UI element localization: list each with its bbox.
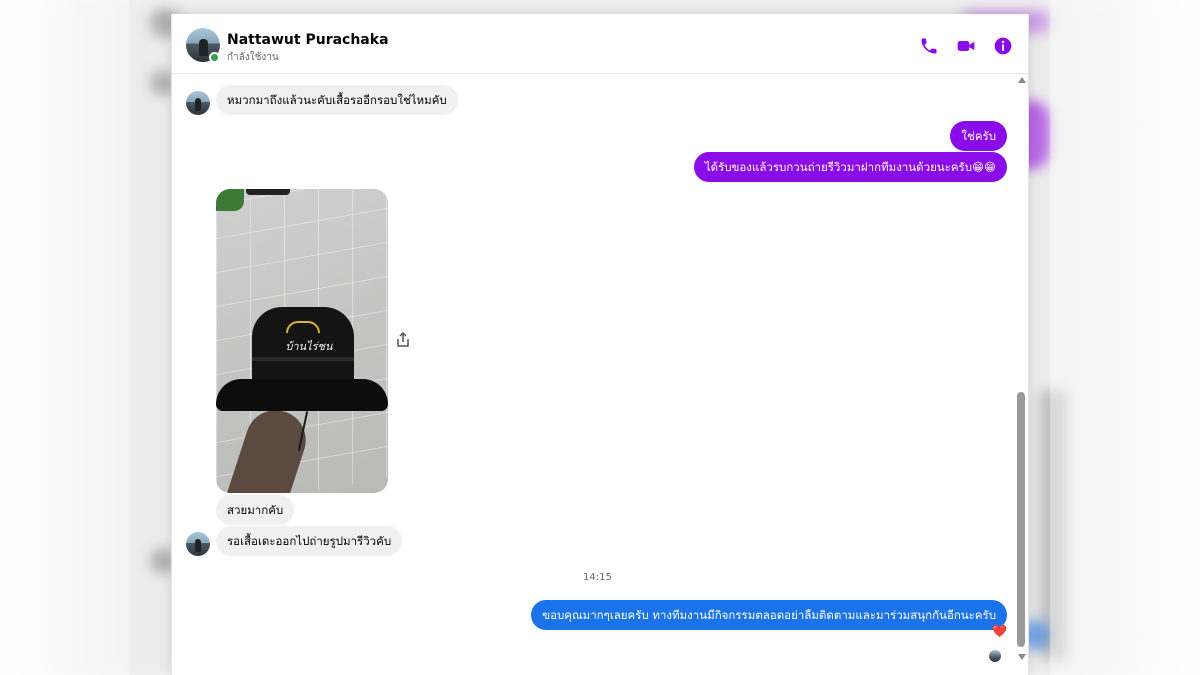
left-fade-overlay — [0, 0, 130, 675]
scroll-down-arrow-icon[interactable] — [1018, 654, 1026, 660]
logo-sun-mark — [286, 321, 320, 333]
video-call-icon[interactable] — [956, 36, 976, 56]
message-timestamp: 14:15 — [583, 572, 612, 583]
contact-name[interactable]: Nattawut Purachaka — [227, 32, 389, 48]
outgoing-message[interactable]: ขอบคุณมากๆเลยครับ ทางทีมงานมีกิจกรรมตลอด… — [531, 600, 1007, 630]
photo-message[interactable]: บ้านไร่ชน — [216, 189, 388, 493]
outgoing-message[interactable]: ใช่ครับ — [950, 121, 1007, 151]
hat-logo-text: บ้านไร่ชน — [285, 340, 333, 353]
incoming-message[interactable]: หมวกมาถึงแล้วนะคับเสื้อรออีกรอบใช่ไหมคับ — [216, 85, 458, 115]
contact-avatar-small[interactable] — [186, 532, 210, 556]
right-fade-overlay — [1050, 0, 1200, 675]
chat-header: Nattawut Purachaka กำลังใช้งาน — [172, 14, 1028, 74]
phone-icon[interactable] — [919, 36, 939, 56]
incoming-message[interactable]: รอเสื้อเดะออกไปถ่ายรูปมารีวิวคับ — [216, 526, 403, 556]
scroll-up-arrow-icon[interactable] — [1018, 77, 1026, 83]
online-status-dot — [209, 52, 220, 63]
info-icon[interactable] — [993, 36, 1013, 56]
scrollbar-thumb[interactable] — [1017, 392, 1025, 647]
share-icon[interactable] — [396, 332, 410, 348]
heart-reaction-icon[interactable]: ❤️ — [992, 624, 1007, 638]
contact-status: กำลังใช้งาน — [227, 52, 279, 63]
contact-avatar-small[interactable] — [186, 91, 210, 115]
incoming-message[interactable]: สวยมากคับ — [216, 495, 295, 525]
chat-window: Nattawut Purachaka กำลังใช้งาน หมวกมาถึง… — [171, 14, 1029, 675]
outgoing-message[interactable]: ได้รับของแล้วรบกวนถ่ายรีวิวมาฝากทีมงานด้… — [693, 152, 1007, 182]
seen-receipt-avatar — [989, 650, 1001, 662]
